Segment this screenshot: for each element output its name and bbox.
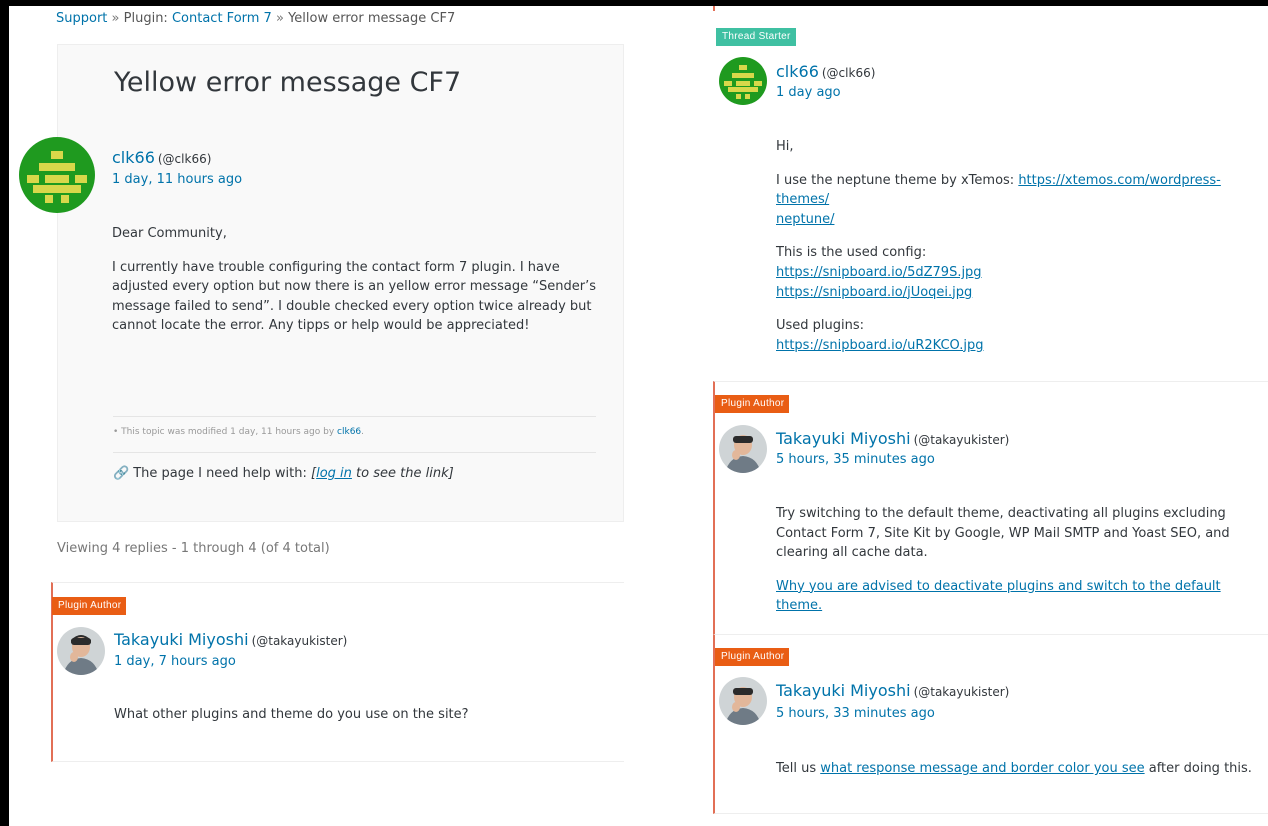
- topic-author-handle: (@clk66): [157, 152, 212, 166]
- topic-time-link[interactable]: 1 day, 11 hours ago: [112, 172, 242, 187]
- config-link-2[interactable]: https://snipboard.io/jUoqei.jpg: [776, 285, 972, 300]
- plugin-author-badge: Plugin Author: [715, 395, 790, 413]
- divider: [113, 452, 596, 453]
- photo-avatar[interactable]: [719, 677, 767, 725]
- topic-modified-note: • This topic was modified 1 day, 11 hour…: [113, 427, 364, 437]
- deactivate-plugins-link[interactable]: Why you are advised to deactivate plugin…: [776, 579, 1221, 614]
- divider: [113, 416, 596, 417]
- breadcrumb-support-link[interactable]: Support: [56, 11, 107, 26]
- mod-note-user-link[interactable]: clk66: [337, 427, 361, 437]
- reply-author-handle: (@takayukister): [251, 634, 348, 648]
- reply-paragraph: Tell us what response message and border…: [776, 759, 1264, 779]
- plugins-label: Used plugins:: [776, 318, 865, 334]
- theme-text: I use the neptune theme by xTemos:: [776, 172, 1019, 188]
- reply-author-name[interactable]: Takayuki Miyoshi: [776, 429, 911, 448]
- topic-paragraph: Dear Community,: [112, 226, 227, 241]
- mod-note-suffix: .: [361, 427, 365, 437]
- help-label: The page I need help with:: [133, 466, 307, 481]
- reply-time-link[interactable]: 1 day ago: [776, 85, 841, 100]
- theme-link-continued[interactable]: neptune/: [776, 212, 834, 227]
- reply-author: Takayuki Miyoshi (@takayukister): [114, 630, 347, 649]
- photo-avatar-graphic: [719, 677, 767, 725]
- reply-author: clk66 (@clk66): [776, 62, 875, 81]
- reply-text-after: after doing this.: [1144, 761, 1252, 776]
- reply-time-link[interactable]: 1 day, 7 hours ago: [114, 654, 236, 669]
- breadcrumb-plugin-link[interactable]: Contact Form 7: [172, 11, 272, 26]
- reply-paragraph: Why you are advised to deactivate plugin…: [776, 577, 1264, 616]
- identicon-avatar[interactable]: [19, 137, 95, 213]
- thread-starter-badge: Thread Starter: [716, 28, 796, 46]
- reply-paragraph: I use the neptune theme by xTemos: https…: [776, 171, 1261, 230]
- reply-author-name[interactable]: clk66: [776, 62, 819, 81]
- viewing-replies-count: Viewing 4 replies - 1 through 4 (of 4 to…: [57, 541, 330, 556]
- photo-avatar-graphic: [57, 627, 105, 675]
- reply-author: Takayuki Miyoshi (@takayukister): [776, 429, 1009, 448]
- reply-paragraph: Try switching to the default theme, deac…: [776, 506, 1230, 561]
- reply-paragraph: This is the used config: https://snipboa…: [776, 243, 1261, 302]
- breadcrumb-separator: »: [275, 11, 284, 26]
- reply-author-name[interactable]: Takayuki Miyoshi: [114, 630, 249, 649]
- topic-author: clk66 (@clk66): [112, 148, 211, 167]
- reply-author-handle: (@clk66): [821, 66, 876, 80]
- topic-title: Yellow error message CF7: [114, 67, 462, 98]
- reply-paragraph: What other plugins and theme do you use …: [114, 707, 469, 722]
- breadcrumb-current: Yellow error message CF7: [288, 11, 456, 26]
- reply-content: What other plugins and theme do you use …: [114, 705, 594, 739]
- reply-paragraph: Hi,: [776, 139, 794, 154]
- plugins-link[interactable]: https://snipboard.io/uR2KCO.jpg: [776, 338, 983, 353]
- response-message-link[interactable]: what response message and border color y…: [820, 761, 1144, 776]
- config-link-1[interactable]: https://snipboard.io/5dZ79S.jpg: [776, 265, 982, 280]
- photo-avatar[interactable]: [57, 627, 105, 675]
- mod-note-text: • This topic was modified 1 day, 11 hour…: [113, 427, 335, 437]
- window-top-border: [0, 0, 1268, 6]
- plugin-author-badge: Plugin Author: [715, 648, 790, 666]
- window-left-border: [0, 0, 9, 826]
- breadcrumb-plugin-prefix: Plugin:: [123, 11, 168, 26]
- reply-paragraph: Used plugins: https://snipboard.io/uR2KC…: [776, 316, 1261, 355]
- reply-content: Hi, I use the neptune theme by xTemos: h…: [776, 137, 1261, 369]
- plugin-author-badge: Plugin Author: [52, 597, 127, 615]
- photo-avatar-graphic: [719, 425, 767, 473]
- link-icon: 🔗: [113, 466, 130, 481]
- breadcrumb-separator: »: [111, 11, 120, 26]
- topic-author-name[interactable]: clk66: [112, 148, 155, 167]
- config-label: This is the used config:: [776, 245, 927, 261]
- identicon-avatar[interactable]: [719, 57, 767, 105]
- reply-text-before: Tell us: [776, 761, 821, 776]
- reply-border-fragment: [713, 6, 715, 11]
- reply-author-handle: (@takayukister): [913, 433, 1010, 447]
- reply-author-handle: (@takayukister): [913, 685, 1010, 699]
- help-link-rest: to see the link]: [351, 466, 454, 481]
- login-link[interactable]: log in: [316, 466, 352, 481]
- identicon-avatar-graphic: [19, 137, 95, 213]
- reply-author: Takayuki Miyoshi (@takayukister): [776, 681, 1009, 700]
- reply-time-link[interactable]: 5 hours, 33 minutes ago: [776, 706, 935, 721]
- breadcrumb: Support » Plugin: Contact Form 7 » Yello…: [56, 11, 455, 26]
- reply-author-name[interactable]: Takayuki Miyoshi: [776, 681, 911, 700]
- help-page-line: 🔗 The page I need help with: [log in to s…: [113, 466, 454, 481]
- topic-paragraph: I currently have trouble configuring the…: [112, 259, 596, 334]
- topic-content: Dear Community, I currently have trouble…: [112, 224, 598, 350]
- identicon-avatar-graphic: [719, 57, 767, 105]
- reply-content: Tell us what response message and border…: [776, 759, 1264, 793]
- reply-time-link[interactable]: 5 hours, 35 minutes ago: [776, 452, 935, 467]
- photo-avatar[interactable]: [719, 425, 767, 473]
- reply-content: Try switching to the default theme, deac…: [776, 504, 1264, 630]
